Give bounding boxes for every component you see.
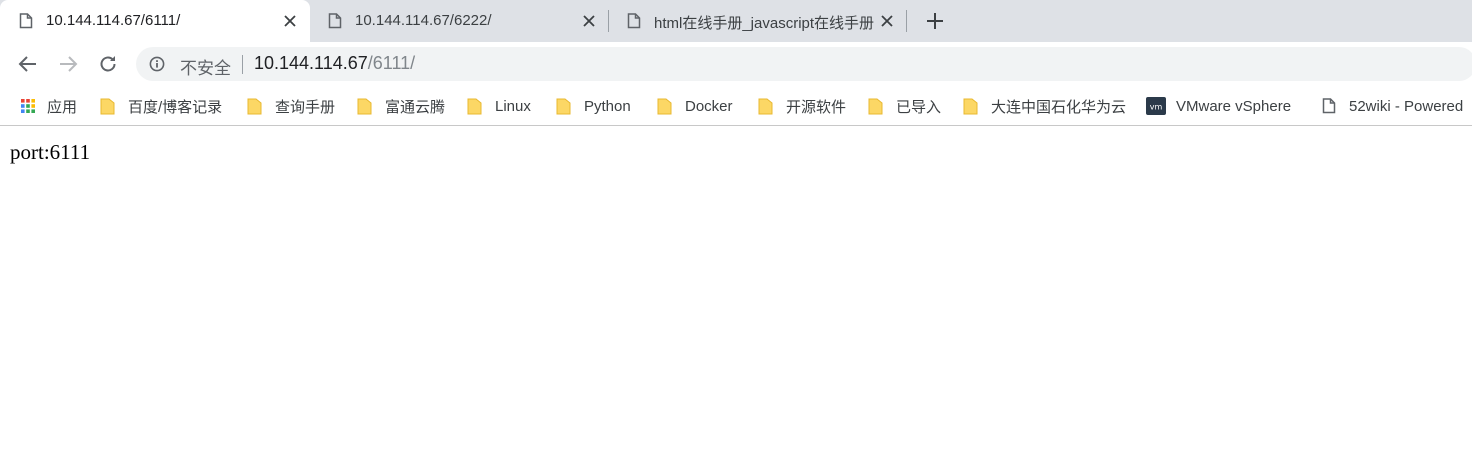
omnibox-divider — [242, 55, 243, 74]
bookmark-folder-dalian[interactable]: 大连中国石化华为云 — [963, 95, 1126, 117]
bookmark-label: Docker — [685, 97, 733, 115]
tab-6111[interactable]: 10.144.114.67/6111/ — [0, 0, 310, 42]
url-host: 10.144.114.67 — [254, 53, 368, 73]
tab-title: html在线手册_javascript在线手册 — [654, 15, 875, 32]
folder-icon — [357, 98, 372, 115]
bookmark-folder-docker[interactable]: Docker — [657, 95, 733, 117]
folder-icon — [100, 98, 115, 115]
bookmark-label: Linux — [495, 97, 531, 115]
folder-icon — [556, 98, 571, 115]
folder-icon — [247, 98, 262, 115]
bookmark-folder-manual[interactable]: 查询手册 — [247, 95, 335, 117]
new-tab-plus-icon[interactable] — [925, 11, 945, 31]
forward-arrow-icon[interactable] — [56, 52, 80, 76]
port-text: port:6111 — [10, 140, 91, 164]
bookmark-label: 查询手册 — [275, 98, 336, 116]
svg-text:vm: vm — [1150, 103, 1163, 112]
back-arrow-icon[interactable] — [16, 52, 40, 76]
folder-icon — [963, 98, 978, 115]
close-icon[interactable] — [282, 13, 298, 29]
page-icon — [627, 13, 641, 29]
bookmark-label: Python — [584, 97, 631, 115]
bookmark-label: 应用 — [47, 98, 78, 116]
tab-title: 10.144.114.67/6222/ — [355, 12, 492, 29]
bookmark-vmware[interactable]: vm VMware vSphere — [1146, 95, 1291, 117]
close-icon[interactable] — [581, 13, 597, 29]
bookmark-label: 百度/博客记录 — [128, 98, 223, 116]
url-path: /6111/ — [367, 53, 416, 73]
reload-icon[interactable] — [96, 52, 120, 76]
page-icon — [1322, 98, 1336, 114]
folder-icon — [868, 98, 883, 115]
bookmark-label: 大连中国石化华为云 — [991, 98, 1127, 116]
info-icon[interactable] — [149, 56, 165, 72]
url-text[interactable]: 10.144.114.67/6111/ — [254, 53, 415, 74]
tab-strip: 10.144.114.67/6111/ 10.144.114.67/6222/ … — [0, 0, 1472, 42]
vmware-icon: vm — [1146, 97, 1166, 115]
bookmark-apps[interactable]: 应用 — [20, 95, 77, 117]
tab-6222[interactable]: 10.144.114.67/6222/ — [309, 0, 609, 42]
tab-title: 10.144.114.67/6111/ — [46, 12, 181, 29]
close-icon[interactable] — [879, 13, 895, 29]
page-icon — [19, 13, 33, 29]
bookmark-folder-futong[interactable]: 富通云腾 — [357, 95, 445, 117]
tab-html-manual[interactable]: html在线手册_javascript在线手册 — [608, 0, 908, 42]
bookmark-folder-baidu[interactable]: 百度/博客记录 — [100, 95, 222, 117]
folder-icon — [758, 98, 773, 115]
page-icon — [328, 13, 342, 29]
bookmark-label: 富通云腾 — [385, 98, 446, 116]
apps-grid-icon — [21, 99, 35, 113]
address-bar[interactable]: 不安全 10.144.114.67/6111/ — [136, 47, 1472, 81]
bookmark-label: VMware vSphere — [1176, 97, 1292, 115]
security-status-label[interactable]: 不安全 — [180, 54, 231, 79]
bookmark-folder-python[interactable]: Python — [556, 95, 631, 117]
bookmarks-bar: 应用 百度/博客记录 查询手册 富通云腾 Linux Python Docker… — [0, 86, 1472, 126]
tab-separator — [906, 10, 907, 32]
page-content: port:6111 — [0, 127, 1472, 473]
bookmark-label: 开源软件 — [786, 98, 847, 116]
bookmark-label: 52wiki - Powered — [1349, 97, 1464, 115]
bookmark-folder-imported[interactable]: 已导入 — [868, 95, 941, 117]
bookmark-folder-opensource[interactable]: 开源软件 — [758, 95, 846, 117]
folder-icon — [467, 98, 482, 115]
toolbar: 不安全 10.144.114.67/6111/ — [0, 42, 1472, 86]
bookmark-folder-linux[interactable]: Linux — [467, 95, 531, 117]
bookmark-label: 已导入 — [896, 98, 942, 116]
folder-icon — [657, 98, 672, 115]
bookmark-52wiki[interactable]: 52wiki - Powered — [1322, 95, 1463, 117]
